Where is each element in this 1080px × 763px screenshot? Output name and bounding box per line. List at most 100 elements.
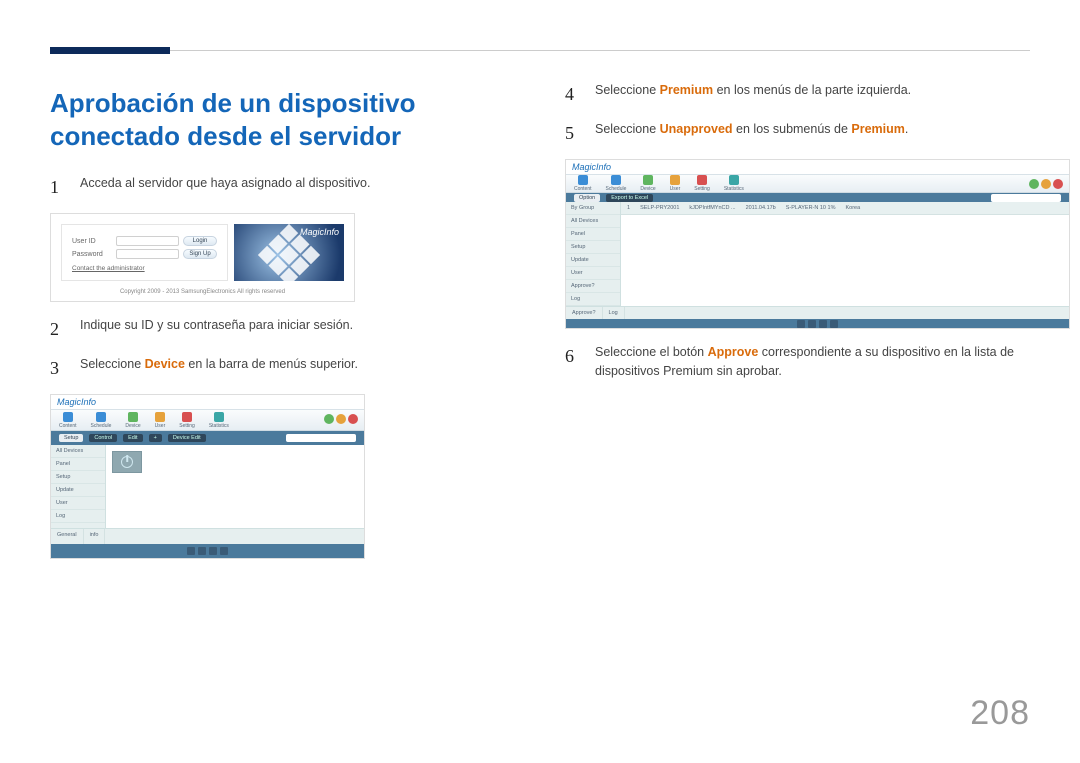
password-label: Password (72, 251, 112, 258)
password-field[interactable] (116, 249, 179, 259)
bottom-panel: Generalinfo (51, 528, 364, 544)
screenshot-login: User ID Login Password Sign Up Contact t… (50, 213, 355, 302)
subbar-button[interactable]: + (149, 434, 162, 442)
app-sidebar: All Devices Panel Setup Update User Log (51, 445, 106, 528)
toolbar-item[interactable]: User (670, 175, 681, 192)
step-number: 3 (50, 355, 66, 382)
app-subbar: Option Export to Excel (566, 193, 1069, 202)
window-controls (324, 414, 358, 424)
keyword: Unapproved (660, 122, 733, 136)
sidebar-item[interactable]: User (51, 497, 105, 510)
page-number: 208 (970, 694, 1030, 733)
toolbar-item[interactable]: Content (574, 175, 592, 192)
step-3: 3 Seleccione Device en la barra de menús… (50, 355, 515, 382)
step-number: 6 (565, 343, 581, 381)
user-icon (155, 412, 165, 422)
screenshot-premium-unapproved: MagicInfo Content Schedule Device User S… (565, 159, 1070, 329)
user-id-field[interactable] (116, 236, 179, 246)
app-subbar: Setup Control Edit + Device Edit (51, 431, 364, 445)
login-copyright: Copyright 2009 - 2013 SamsungElectronics… (61, 289, 344, 295)
table-row[interactable]: 1 SELP-PRY2001 kJDPIntfMYnCD ... 2011.04… (621, 202, 1069, 215)
schedule-icon (611, 175, 621, 185)
step-number: 4 (565, 81, 581, 108)
subbar-button[interactable]: Device Edit (168, 434, 206, 442)
subbar-button[interactable]: Control (89, 434, 117, 442)
toolbar-item[interactable]: Statistics (724, 175, 744, 192)
toolbar-item[interactable]: Device (640, 175, 655, 192)
schedule-icon (96, 412, 106, 422)
bottom-panel: Approve?Log (566, 306, 1069, 319)
toolbar-item[interactable]: Setting (179, 412, 195, 429)
sidebar-item[interactable]: Setup (566, 241, 620, 254)
sidebar-item[interactable]: Log (51, 510, 105, 523)
toolbar-item[interactable]: Schedule (91, 412, 112, 429)
section-title: Aprobación de un dispositivo conectado d… (50, 87, 515, 152)
sidebar-item[interactable]: All Devices (51, 445, 105, 458)
sidebar-item[interactable]: Update (566, 254, 620, 267)
keyword: Premium (660, 83, 714, 97)
login-form: User ID Login Password Sign Up Contact t… (61, 224, 228, 281)
min-icon[interactable] (324, 414, 334, 424)
window-controls (1029, 179, 1063, 189)
step-6: 6 Seleccione el botón Approve correspond… (565, 343, 1030, 381)
toolbar-item[interactable]: Statistics (209, 412, 229, 429)
app-main (106, 445, 364, 528)
device-tile[interactable] (112, 451, 142, 473)
step-number: 5 (565, 120, 581, 147)
keyword: Approve (708, 345, 759, 359)
app-main: 1 SELP-PRY2001 kJDPIntfMYnCD ... 2011.04… (621, 202, 1069, 306)
step-text: Seleccione Premium en los menús de la pa… (595, 81, 1030, 108)
step-text: Seleccione el botón Approve correspondie… (595, 343, 1030, 381)
max-icon[interactable] (1041, 179, 1051, 189)
sidebar-item[interactable]: By Group (566, 202, 620, 215)
toolbar-item[interactable]: Schedule (606, 175, 627, 192)
content-icon (63, 412, 73, 422)
subbar-button[interactable]: Setup (59, 434, 83, 442)
keyword: Device (145, 357, 185, 371)
close-icon[interactable] (348, 414, 358, 424)
sidebar-item[interactable]: Panel (566, 228, 620, 241)
close-icon[interactable] (1053, 179, 1063, 189)
step-1: 1 Acceda al servidor que haya asignado a… (50, 174, 515, 201)
contact-admin-link[interactable]: Contact the administrator (72, 265, 217, 272)
toolbar-item[interactable]: User (155, 412, 166, 429)
toolbar-item[interactable]: Device (125, 412, 140, 429)
sidebar-item[interactable]: Update (51, 484, 105, 497)
search-input[interactable] (286, 434, 356, 442)
brand-name: MagicInfo (300, 227, 339, 237)
sidebar-item[interactable]: User (566, 267, 620, 280)
step-number: 1 (50, 174, 66, 201)
toolbar-item[interactable]: Content (59, 412, 77, 429)
sidebar-item[interactable]: Approve? (566, 280, 620, 293)
search-input[interactable] (991, 194, 1061, 202)
step-text: Seleccione Device en la barra de menús s… (80, 355, 515, 382)
step-text: Indique su ID y su contraseña para inici… (80, 316, 515, 343)
step-2: 2 Indique su ID y su contraseña para ini… (50, 316, 515, 343)
user-icon (670, 175, 680, 185)
setting-icon (182, 412, 192, 422)
power-icon (121, 456, 133, 468)
signup-button[interactable]: Sign Up (183, 249, 217, 259)
max-icon[interactable] (336, 414, 346, 424)
content-icon (578, 175, 588, 185)
sidebar-item[interactable]: All Devices (566, 215, 620, 228)
keyword: Premium (851, 122, 905, 136)
step-5: 5 Seleccione Unapproved en los submenús … (565, 120, 1030, 147)
app-sidebar: By Group All Devices Panel Setup Update … (566, 202, 621, 306)
app-toolbar: Content Schedule Device User Setting Sta… (566, 174, 1069, 193)
device-icon (643, 175, 653, 185)
subbar-button[interactable]: Option (574, 194, 600, 202)
statistics-icon (214, 412, 224, 422)
setting-icon (697, 175, 707, 185)
sidebar-item[interactable]: Setup (51, 471, 105, 484)
sidebar-item[interactable]: Log (566, 293, 620, 306)
sidebar-item[interactable]: Panel (51, 458, 105, 471)
subbar-button[interactable]: Export to Excel (606, 194, 653, 202)
min-icon[interactable] (1029, 179, 1039, 189)
app-footer (51, 544, 364, 558)
subbar-button[interactable]: Edit (123, 434, 142, 442)
left-column: Aprobación de un dispositivo conectado d… (50, 69, 515, 573)
step-text: Seleccione Unapproved en los submenús de… (595, 120, 1030, 147)
toolbar-item[interactable]: Setting (694, 175, 710, 192)
login-button[interactable]: Login (183, 236, 217, 246)
